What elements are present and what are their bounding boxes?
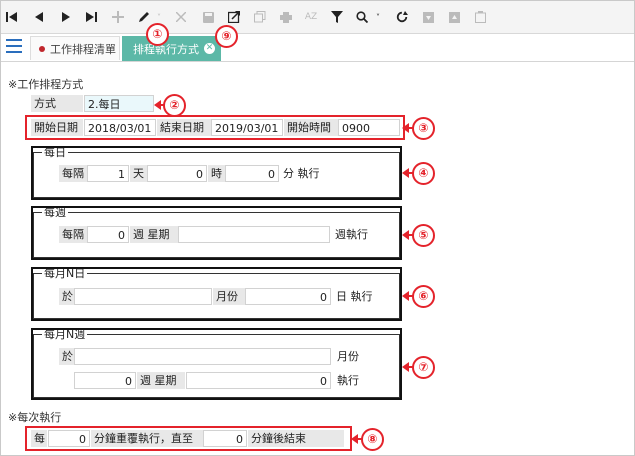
print-icon[interactable] <box>278 9 294 25</box>
callout-7: ⑦ <box>412 356 435 379</box>
close-icon[interactable]: ✕ <box>204 43 215 54</box>
annotation-box-8 <box>25 426 352 451</box>
filter-icon[interactable] <box>329 9 345 25</box>
delete-icon[interactable] <box>472 9 488 25</box>
chevron-down-icon[interactable]: ˅ <box>370 9 386 25</box>
tab-bar: 工作排程清單 排程執行方式 ✕ <box>0 34 635 62</box>
tab-label: 排程執行方式 <box>133 42 199 56</box>
last-icon[interactable] <box>84 9 100 25</box>
import2-icon[interactable] <box>446 9 462 25</box>
callout-1: ① <box>146 23 169 46</box>
annotation-box-3 <box>25 115 405 140</box>
refresh-icon[interactable] <box>394 9 410 25</box>
tab-schedule-list[interactable]: 工作排程清單 <box>30 36 120 60</box>
prev-icon[interactable] <box>31 9 47 25</box>
tab-label: 工作排程清單 <box>50 42 116 56</box>
cancel-icon[interactable] <box>173 9 189 25</box>
menu-icon[interactable] <box>6 39 22 53</box>
search-icon[interactable] <box>354 9 370 25</box>
callout-5: ⑤ <box>412 224 435 247</box>
toolbar: ˅ AZ ˅ <box>0 0 635 34</box>
copy-icon[interactable] <box>252 9 268 25</box>
export-icon[interactable] <box>226 9 242 25</box>
section-title-repeat: ※每次執行 <box>8 411 62 424</box>
callout-8: ⑧ <box>361 428 384 451</box>
callout-4: ④ <box>412 162 435 185</box>
callout-6: ⑥ <box>412 285 435 308</box>
mode-label: 方式 <box>31 95 83 112</box>
tab-schedule-method[interactable]: 排程執行方式 ✕ <box>122 36 221 61</box>
add-icon[interactable] <box>110 9 126 25</box>
edit-icon[interactable] <box>136 9 152 25</box>
callout-9: ⑨ <box>215 25 238 48</box>
import-icon[interactable] <box>420 9 436 25</box>
next-icon[interactable] <box>58 9 74 25</box>
callout-3: ③ <box>412 117 435 140</box>
monthly-n-day-frame <box>31 267 402 321</box>
first-icon[interactable] <box>4 9 20 25</box>
weekly-frame <box>31 206 402 260</box>
sort-icon[interactable]: AZ <box>303 9 319 25</box>
callout-2: ② <box>163 94 186 117</box>
section-title-schedule: ※工作排程方式 <box>8 78 84 91</box>
unsaved-dot-icon <box>39 45 45 52</box>
save-icon[interactable] <box>200 9 216 25</box>
daily-frame <box>31 146 402 200</box>
mode-field[interactable]: 2.每日 <box>84 95 154 112</box>
monthly-n-week-frame <box>31 328 402 400</box>
